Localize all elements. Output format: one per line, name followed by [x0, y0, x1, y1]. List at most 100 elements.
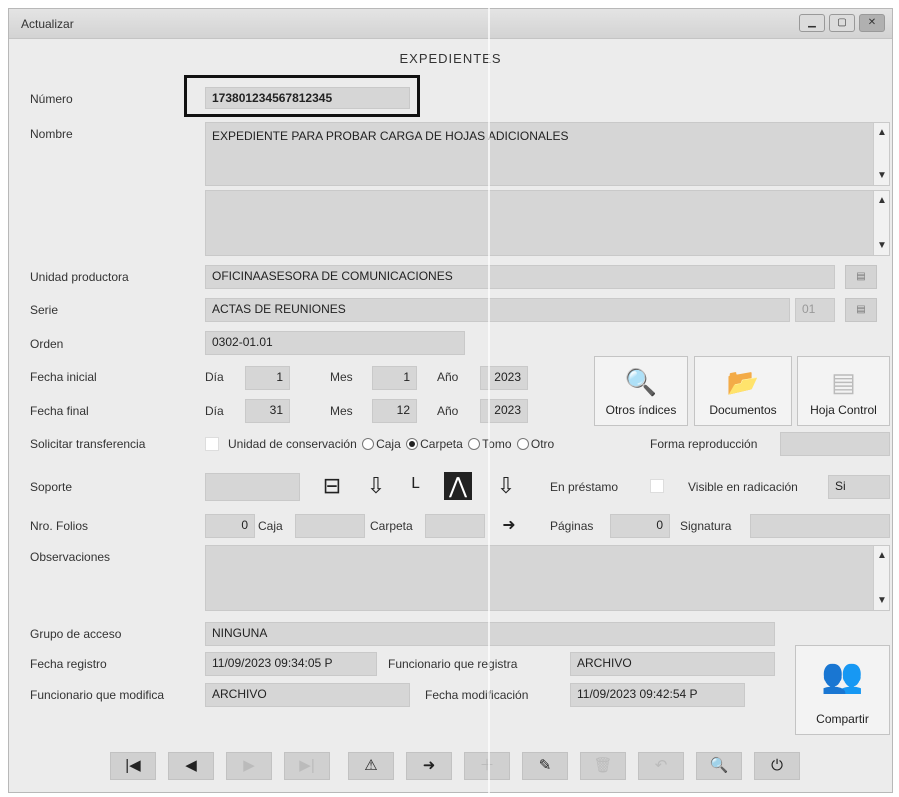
observaciones-scrollbar[interactable]: ▲ ▼ — [873, 546, 889, 610]
swap-icon[interactable]: ➜ — [495, 512, 523, 540]
fecha-final-dia[interactable]: 31 — [245, 399, 290, 423]
otros-indices-button[interactable]: 🔍 Otros índices — [594, 356, 688, 426]
first-record-icon[interactable]: |◀ — [110, 752, 156, 780]
orden-label: Orden — [30, 337, 64, 351]
compartir-button[interactable]: 👥 Compartir — [795, 645, 890, 735]
documentos-button[interactable]: 📂 Documentos — [694, 356, 792, 426]
sheet-icon: ▤ — [831, 367, 856, 397]
numero-label: Número — [30, 92, 73, 106]
prestamo-label: En préstamo — [550, 480, 619, 494]
download-icon[interactable]: ⇩ — [492, 472, 520, 500]
caja-label: Caja — [258, 519, 283, 533]
window-title: Actualizar — [21, 17, 74, 31]
folios-label: Nro. Folios — [30, 519, 89, 533]
transferencia-checkbox[interactable] — [205, 437, 219, 451]
nombre-textarea[interactable]: EXPEDIENTE PARA PROBAR CARGA DE HOJAS AD… — [205, 122, 890, 186]
next-record-icon[interactable]: ▶ — [226, 752, 272, 780]
minimize-button[interactable]: ▁ — [799, 14, 825, 32]
dia-label-2: Día — [205, 404, 224, 418]
paginas-label: Páginas — [550, 519, 594, 533]
forma-label: Forma reproducción — [650, 437, 758, 451]
add-record-icon[interactable]: ＋ — [464, 752, 510, 780]
observaciones-label: Observaciones — [30, 550, 111, 564]
unidad-label: Unidad productora — [30, 270, 129, 284]
serie-field[interactable]: ACTAS DE REUNIONES — [205, 298, 790, 322]
serie-code-field[interactable]: 01 — [795, 298, 835, 322]
radio-otro[interactable] — [516, 438, 529, 450]
compartir-label: Compartir — [816, 712, 869, 726]
fecha-final-mes[interactable]: 12 — [372, 399, 417, 423]
orden-field[interactable]: 0302-01.01 — [205, 331, 465, 355]
nombre-label: Nombre — [30, 127, 73, 141]
scan-artifact-line — [488, 0, 490, 797]
move-icon[interactable]: ➜ — [406, 752, 452, 780]
radio-carpeta[interactable] — [406, 438, 419, 450]
fecha-inicial-mes[interactable]: 1 — [372, 366, 417, 390]
func-modifica-field[interactable]: ARCHIVO — [205, 683, 410, 707]
conservacion-group: Unidad de conservación Caja Carpeta Tomo… — [228, 437, 554, 451]
visible-field[interactable]: Si — [828, 475, 890, 499]
mes-label-2: Mes — [330, 404, 353, 418]
edit-icon[interactable]: ✎ — [522, 752, 568, 780]
upload-icon[interactable]: ⇩ — [362, 472, 390, 500]
documentos-label: Documentos — [709, 403, 777, 417]
document-search-icon[interactable]: 🔍 — [696, 752, 742, 780]
fecha-mod-label: Fecha modificación — [425, 688, 529, 702]
users-icon: 👥 — [821, 657, 864, 695]
delete-icon[interactable]: 🗑 — [580, 752, 626, 780]
soporte-field[interactable] — [205, 473, 300, 501]
carpeta-label: Carpeta — [370, 519, 413, 533]
func-registra-field[interactable]: ARCHIVO — [570, 652, 775, 676]
serie-lookup-button[interactable]: ▤ — [845, 298, 877, 322]
dia-label: Día — [205, 370, 224, 384]
unidad-lookup-button[interactable]: ▤ — [845, 265, 877, 289]
func-registra-label: Funcionario que registra — [388, 657, 518, 671]
conservacion-label: Unidad de conservación — [228, 437, 357, 451]
fecha-final-label: Fecha final — [30, 404, 89, 418]
fecha-inicial-dia[interactable]: 1 — [245, 366, 290, 390]
nombre-scrollbar[interactable]: ▲ ▼ — [873, 123, 889, 185]
pdf-icon[interactable]: ⋀ — [444, 472, 472, 500]
folder-icon: 📂 — [726, 367, 760, 397]
paginas-field[interactable]: 0 — [610, 514, 670, 538]
warning-icon[interactable]: ⚠ — [348, 752, 394, 780]
view-document-icon[interactable]: ᴸ — [402, 472, 430, 500]
grupo-label: Grupo de acceso — [30, 627, 122, 641]
signatura-field[interactable] — [750, 514, 890, 538]
previous-record-icon[interactable]: ◀ — [168, 752, 214, 780]
folios-field[interactable]: 0 — [205, 514, 255, 538]
nombre2-scrollbar[interactable]: ▲ ▼ — [873, 191, 889, 255]
unidad-field[interactable]: OFICINAASESORA DE COMUNICACIONES — [205, 265, 835, 289]
radio-tomo[interactable] — [468, 438, 481, 450]
soporte-label: Soporte — [30, 480, 73, 494]
observaciones-textarea[interactable]: ▲ ▼ — [205, 545, 890, 611]
hoja-control-button[interactable]: ▤ Hoja Control — [797, 356, 890, 426]
carpeta-field[interactable] — [425, 514, 485, 538]
nombre-value: EXPEDIENTE PARA PROBAR CARGA DE HOJAS AD… — [212, 129, 569, 143]
numero-highlight-box — [184, 75, 420, 117]
serie-label: Serie — [30, 303, 59, 317]
fecha-mod-field[interactable]: 11/09/2023 09:42:54 P — [570, 683, 745, 707]
maximize-button[interactable]: ▢ — [829, 14, 855, 32]
forma-field[interactable] — [780, 432, 890, 456]
title-bar: Actualizar ▁ ▢ ✕ — [9, 9, 892, 39]
prestamo-checkbox[interactable] — [650, 479, 664, 493]
otros-indices-label: Otros índices — [605, 403, 677, 417]
anio-label-2: Año — [437, 404, 459, 418]
fecha-registro-field[interactable]: 11/09/2023 09:34:05 P — [205, 652, 377, 676]
signatura-label: Signatura — [680, 519, 732, 533]
nombre-textarea-2[interactable]: ▲ ▼ — [205, 190, 890, 256]
fecha-registro-label: Fecha registro — [30, 657, 107, 671]
search-document-icon: 🔍 — [624, 367, 658, 397]
scanner-icon[interactable]: ⊟ — [318, 472, 346, 500]
radio-otro-label: Otro — [530, 437, 555, 451]
undo-icon[interactable]: ↶ — [638, 752, 684, 780]
last-record-icon[interactable]: ▶| — [284, 752, 330, 780]
radio-caja[interactable] — [362, 438, 375, 450]
power-icon[interactable]: ⏻ — [754, 752, 800, 780]
grupo-field[interactable]: NINGUNA — [205, 622, 775, 646]
hoja-control-label: Hoja Control — [810, 403, 877, 417]
radio-carpeta-label: Carpeta — [420, 437, 463, 451]
caja-field[interactable] — [295, 514, 365, 538]
close-button[interactable]: ✕ — [859, 14, 885, 32]
